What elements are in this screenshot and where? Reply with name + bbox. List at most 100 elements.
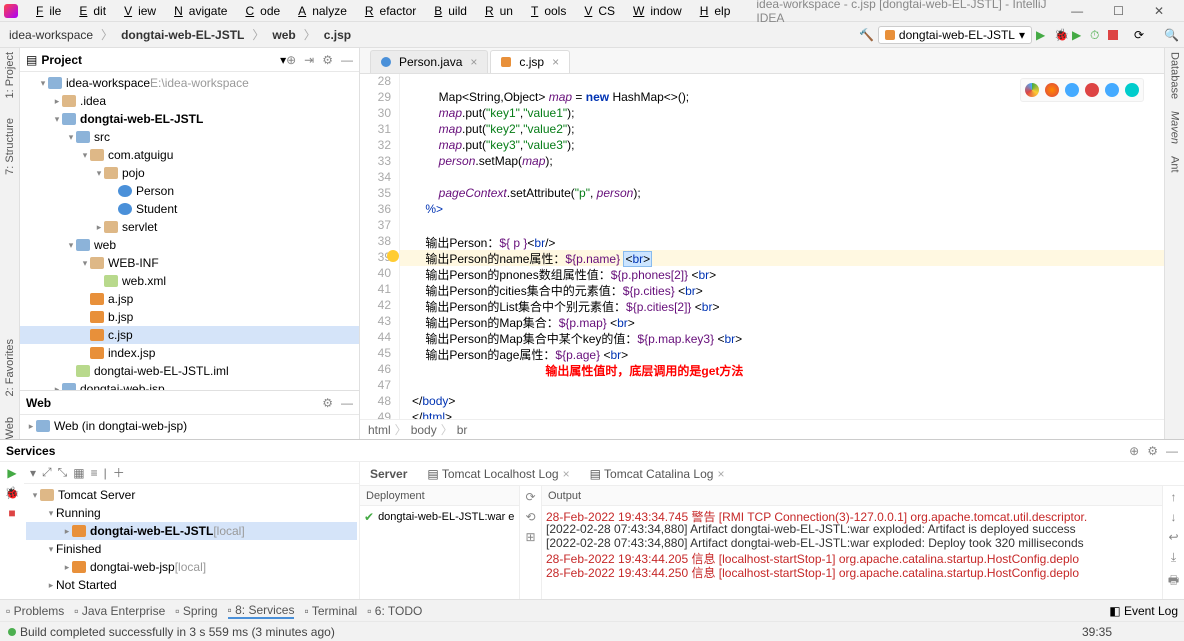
services-tab[interactable]: Server (370, 467, 407, 481)
menu-view[interactable]: View (112, 4, 162, 18)
bottom-tool-tab[interactable]: ▫ Terminal (304, 603, 357, 619)
services-tree-item[interactable]: ▾Running (26, 504, 357, 522)
firefox-icon[interactable] (1045, 83, 1059, 97)
breadcrumb-item[interactable]: dongtai-web-EL-JSTL (118, 28, 247, 42)
services-tab[interactable]: ▤ Tomcat Catalina Log × (590, 467, 725, 481)
menu-file[interactable]: File (24, 4, 67, 18)
group-icon[interactable]: ▦ (73, 466, 84, 480)
favorites-tool-tab[interactable]: 2: Favorites (4, 339, 16, 396)
tree-item[interactable]: Person (20, 182, 359, 200)
menu-analyze[interactable]: Analyze (286, 4, 353, 18)
minimize-icon[interactable]: — (1065, 4, 1089, 18)
web-tool-tab[interactable]: Web (4, 417, 16, 439)
breadcrumb-item[interactable]: web (269, 28, 298, 42)
run-icon[interactable]: ▶ (1036, 28, 1050, 42)
debug-icon[interactable]: 🐞 (5, 486, 20, 500)
chrome-icon[interactable] (1025, 83, 1039, 97)
profile-icon[interactable]: ⏱ (1090, 28, 1104, 42)
menu-tools[interactable]: Tools (519, 4, 572, 18)
editor-crumb-item[interactable]: br (457, 423, 468, 437)
bottom-tool-tab[interactable]: ▫ 8: Services (228, 603, 295, 619)
menu-vcs[interactable]: VCS (572, 4, 621, 18)
services-tab[interactable]: ▤ Tomcat Localhost Log × (427, 467, 569, 481)
hide-icon[interactable]: — (1166, 444, 1178, 458)
hide-icon[interactable]: — (341, 396, 353, 410)
bottom-tool-tab[interactable]: ▫ Java Enterprise (74, 603, 165, 619)
menu-code[interactable]: Code (233, 4, 286, 18)
breadcrumb-item[interactable]: idea-workspace (6, 28, 96, 42)
gear-icon[interactable]: ⚙ (1147, 444, 1158, 458)
gear-icon[interactable]: ⚙ (322, 396, 333, 410)
edge-icon[interactable] (1125, 83, 1139, 97)
tree-item[interactable]: ▾WEB-INF (20, 254, 359, 272)
stop-icon[interactable] (1108, 30, 1118, 40)
menu-help[interactable]: Help (688, 4, 737, 18)
ie-icon[interactable] (1105, 83, 1119, 97)
tree-item[interactable]: dongtai-web-EL-JSTL.iml (20, 362, 359, 380)
tree-item[interactable]: ▾com.atguigu (20, 146, 359, 164)
print-icon[interactable]: 🖶 (1168, 571, 1179, 592)
menu-build[interactable]: Build (422, 4, 473, 18)
ant-tool-tab[interactable]: Ant (1169, 156, 1181, 173)
opera-icon[interactable] (1085, 83, 1099, 97)
maximize-icon[interactable]: ☐ (1107, 4, 1130, 18)
add-icon[interactable]: ＋ (113, 464, 125, 481)
tree-item[interactable]: index.jsp (20, 344, 359, 362)
tree-item[interactable]: ▾src (20, 128, 359, 146)
tree-item[interactable]: ▾dongtai-web-EL-JSTL (20, 110, 359, 128)
breadcrumb-item[interactable]: c.jsp (321, 28, 354, 42)
select-target-icon[interactable]: ⊕ (286, 53, 296, 67)
menu-window[interactable]: Window (621, 4, 688, 18)
tree-item[interactable]: ▾idea-workspace E:\idea-workspace (20, 74, 359, 92)
services-tree-item[interactable]: ▾Finished (26, 540, 357, 558)
soft-wrap-icon[interactable]: ↩ (1168, 530, 1178, 544)
tree-item[interactable]: a.jsp (20, 290, 359, 308)
structure-tool-tab[interactable]: 7: Structure (4, 118, 16, 175)
close-tab-icon[interactable]: × (470, 55, 477, 69)
tree-item[interactable]: Student (20, 200, 359, 218)
safari-icon[interactable] (1065, 83, 1079, 97)
editor-crumb-item[interactable]: html (368, 423, 391, 437)
services-tree-item[interactable]: ▸Not Started (26, 576, 357, 594)
services-tree[interactable]: ▾Tomcat Server▾Running▸dongtai-web-EL-JS… (24, 484, 359, 599)
tree-item[interactable]: web.xml (20, 272, 359, 290)
coverage-icon[interactable]: ▶ (1072, 28, 1086, 42)
redeploy-icon[interactable]: ⟲ (525, 510, 535, 524)
intention-bulb-icon[interactable] (387, 250, 399, 262)
scroll-up-icon[interactable]: ↑ (1171, 490, 1177, 504)
expand-icon[interactable]: ⊕ (1129, 444, 1139, 458)
bottom-tool-tab[interactable]: ▫ Spring (175, 603, 217, 619)
services-tree-item[interactable]: ▸dongtai-web-EL-JSTL [local] (26, 522, 357, 540)
tree-item[interactable]: c.jsp (20, 326, 359, 344)
open-browser-icon[interactable]: ⊞ (525, 530, 535, 544)
services-tree-item[interactable]: ▸dongtai-web-jsp [local] (26, 558, 357, 576)
project-view-icon[interactable]: ▤ (26, 53, 37, 67)
bottom-tool-tab[interactable]: ▫ 6: TODO (367, 603, 422, 619)
tree-item[interactable]: ▸dongtai-web-jsp (20, 380, 359, 390)
editor-crumb-item[interactable]: body (411, 423, 437, 437)
collapse-all-icon[interactable]: ⤡ (58, 465, 68, 480)
gear-icon[interactable]: ⚙ (322, 53, 333, 67)
stop-icon[interactable]: ■ (8, 506, 15, 520)
editor-tab[interactable]: Person.java× (370, 50, 488, 73)
scroll-end-icon[interactable]: ⤓ (1171, 550, 1176, 565)
editor-breadcrumb[interactable]: html〉body〉br (360, 419, 1164, 439)
services-tree-item[interactable]: ▾Tomcat Server (26, 486, 357, 504)
deployment-item[interactable]: ✔ dongtai-web-EL-JSTL:war e (360, 506, 519, 528)
web-tree-item[interactable]: ▸ Web (in dongtai-web-jsp) (20, 417, 359, 435)
menu-refactor[interactable]: Refactor (353, 4, 422, 18)
refresh-icon[interactable]: ⟳ (525, 490, 535, 504)
build-icon[interactable]: 🔨 (859, 28, 874, 42)
search-icon[interactable]: 🔍 (1164, 28, 1178, 42)
project-tool-tab[interactable]: 1: Project (4, 52, 16, 98)
output-log[interactable]: 28-Feb-2022 19:43:34.745 警告 [RMI TCP Con… (542, 506, 1162, 599)
tree-item[interactable]: ▸servlet (20, 218, 359, 236)
menu-edit[interactable]: Edit (67, 4, 112, 18)
scroll-down-icon[interactable]: ↓ (1171, 510, 1177, 524)
maven-tool-tab[interactable]: Maven (1169, 111, 1181, 144)
update-icon[interactable]: ⟳ (1134, 28, 1148, 42)
debug-icon[interactable]: 🐞 (1054, 28, 1068, 42)
close-tab-icon[interactable]: × (552, 55, 559, 69)
tree-item[interactable]: b.jsp (20, 308, 359, 326)
filter-icon[interactable]: ▾ (30, 466, 36, 480)
